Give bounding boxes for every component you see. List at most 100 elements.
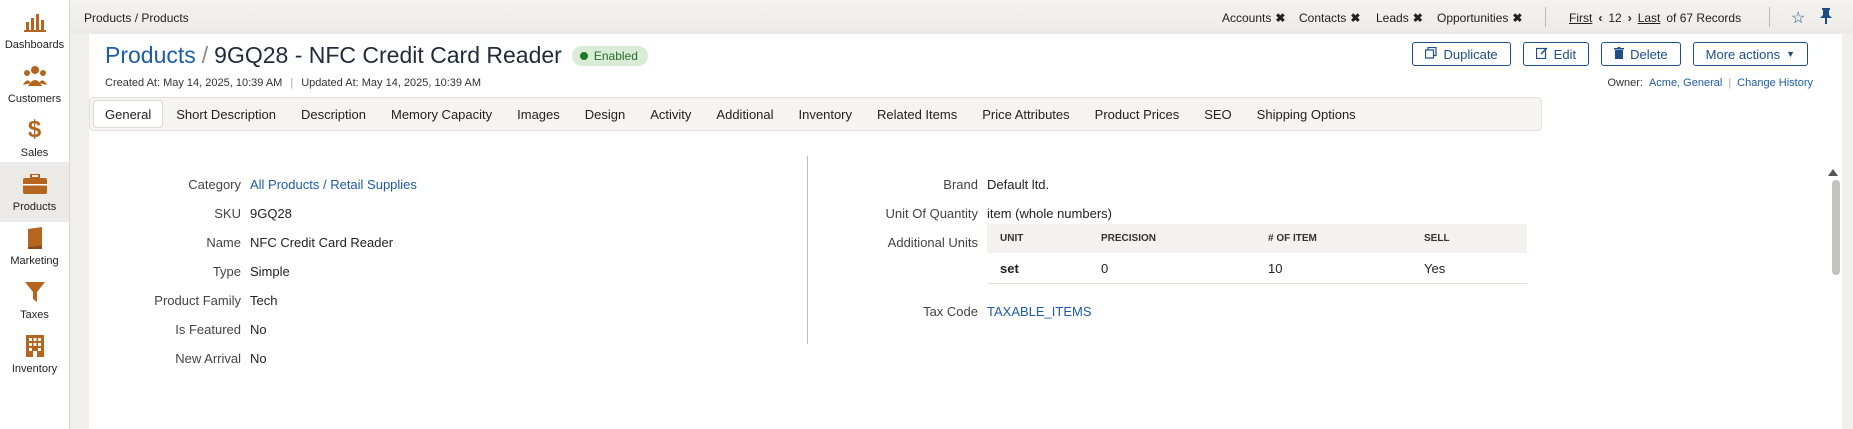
pinned-tab-accounts[interactable]: Accounts ✖ — [1222, 11, 1285, 25]
owner-divider: | — [1728, 77, 1732, 89]
record-title: 9GQ28 - NFC Credit Card Reader — [214, 42, 562, 68]
button-label: More actions — [1705, 46, 1781, 62]
tab-images[interactable]: Images — [505, 101, 572, 127]
owner-info: Owner: Acme, General | Change History — [1607, 77, 1813, 89]
sidebar-item-sales[interactable]: $ Sales — [0, 108, 69, 168]
owner-link[interactable]: Acme, General — [1649, 77, 1722, 89]
field-label: Type — [212, 263, 241, 279]
tab-general[interactable]: General — [93, 100, 164, 128]
more-actions-button[interactable]: More actions ▼ — [1692, 42, 1808, 66]
pinned-tab-opportunities[interactable]: Opportunities ✖ — [1437, 11, 1522, 25]
sidebar-item-taxes[interactable]: Taxes — [0, 270, 69, 330]
filter-icon — [23, 280, 47, 304]
edit-button[interactable]: Edit — [1522, 42, 1590, 66]
meta-divider: | — [290, 77, 294, 89]
column-divider — [807, 156, 808, 344]
sidebar: Dashboards Customers $ Sales Products Ma… — [0, 0, 70, 429]
close-icon[interactable]: ✖ — [1275, 11, 1285, 25]
last-record-link[interactable]: Last — [1638, 11, 1661, 25]
title-separator: / — [201, 42, 209, 68]
tab-inventory[interactable]: Inventory — [787, 101, 864, 127]
pin-icon[interactable] — [1820, 8, 1832, 27]
chevron-left-icon[interactable]: ‹ — [1598, 11, 1602, 25]
tab-seo[interactable]: SEO — [1192, 101, 1243, 127]
column-header-precision: PRECISION — [1088, 224, 1255, 253]
pinned-tab-leads[interactable]: Leads ✖ — [1376, 11, 1423, 25]
close-icon[interactable]: ✖ — [1350, 11, 1360, 25]
sidebar-item-label: Products — [12, 201, 57, 213]
field-type: Type Simple — [89, 261, 290, 281]
field-unit-of-quantity: Unit Of Quantity item (whole numbers) — [809, 203, 1112, 223]
tab-activity[interactable]: Activity — [638, 101, 703, 127]
table-cell: 10 — [1255, 253, 1411, 284]
scrollbar-thumb[interactable] — [1832, 180, 1840, 275]
field-is-featured: Is Featured No — [89, 319, 267, 339]
table-header-row: UNIT PRECISION # OF ITEM SELL — [987, 224, 1527, 253]
delete-button[interactable]: Delete — [1601, 42, 1681, 66]
field-label: Tax Code — [923, 303, 978, 319]
tab-additional[interactable]: Additional — [704, 101, 785, 127]
category-link[interactable]: All Products / Retail Supplies — [250, 177, 417, 192]
table-cell: set — [987, 253, 1088, 284]
field-name: Name NFC Credit Card Reader — [89, 232, 393, 252]
first-record-link[interactable]: First — [1569, 11, 1592, 25]
briefcase-icon — [22, 172, 47, 196]
tab-price-attributes[interactable]: Price Attributes — [970, 101, 1081, 127]
building-icon — [23, 334, 47, 358]
book-icon — [23, 226, 47, 250]
sidebar-item-inventory[interactable]: Inventory — [0, 324, 69, 384]
title-entity-link[interactable]: Products — [105, 42, 196, 69]
record-total: of 67 Records — [1666, 11, 1742, 25]
field-sku: SKU 9GQ28 — [89, 203, 292, 223]
sidebar-item-dashboards[interactable]: Dashboards — [0, 0, 69, 60]
status-label: Enabled — [593, 48, 638, 63]
button-label: Edit — [1553, 46, 1577, 62]
close-icon[interactable]: ✖ — [1413, 11, 1423, 25]
tab-description[interactable]: Description — [289, 101, 378, 127]
tax-code-link[interactable]: TAXABLE_ITEMS — [987, 304, 1092, 319]
pinned-tab-label: Accounts — [1222, 11, 1272, 25]
field-value: 9GQ28 — [250, 205, 292, 221]
status-dot-icon — [579, 51, 588, 60]
tab-product-prices[interactable]: Product Prices — [1083, 101, 1192, 127]
record-meta: Created At: May 14, 2025, 10:39 AM | Upd… — [105, 77, 481, 89]
pinned-tab-label: Leads — [1376, 11, 1409, 25]
button-label: Duplicate — [1443, 46, 1498, 62]
field-brand: Brand Default ltd. — [809, 174, 1049, 194]
tab-memory-capacity[interactable]: Memory Capacity — [379, 101, 504, 127]
scroll-up-arrow-icon[interactable] — [1828, 169, 1838, 176]
sidebar-item-label: Customers — [7, 93, 62, 105]
tab-shipping-options[interactable]: Shipping Options — [1245, 101, 1368, 127]
field-value: Tech — [250, 292, 278, 308]
field-value: No — [250, 350, 267, 366]
field-label: Unit Of Quantity — [885, 205, 978, 221]
divider — [1769, 7, 1770, 27]
change-history-link[interactable]: Change History — [1737, 77, 1813, 89]
breadcrumb: Products / Products — [84, 11, 189, 25]
sidebar-item-label: Dashboards — [4, 39, 65, 51]
table-cell: Yes — [1411, 253, 1527, 284]
column-header-unit: UNIT — [987, 224, 1088, 253]
tab-short-description[interactable]: Short Description — [164, 101, 288, 127]
chevron-right-icon[interactable]: › — [1628, 11, 1632, 25]
field-value: No — [250, 321, 267, 337]
sidebar-item-label: Taxes — [20, 309, 49, 321]
divider — [1545, 7, 1546, 27]
sidebar-item-customers[interactable]: Customers — [0, 54, 69, 114]
tab-design[interactable]: Design — [573, 101, 637, 127]
close-icon[interactable]: ✖ — [1512, 11, 1522, 25]
status-badge: Enabled — [571, 45, 648, 66]
field-category: Category All Products / Retail Supplies — [89, 174, 417, 194]
sidebar-item-marketing[interactable]: Marketing — [0, 216, 69, 276]
edit-icon — [1535, 46, 1548, 62]
sidebar-item-products[interactable]: Products — [0, 162, 69, 222]
field-product-family: Product Family Tech — [89, 290, 277, 310]
pinned-tab-contacts[interactable]: Contacts ✖ — [1299, 11, 1360, 25]
star-icon[interactable]: ☆ — [1791, 8, 1805, 28]
field-label: Name — [206, 234, 241, 250]
trash-icon — [1614, 46, 1625, 62]
duplicate-button[interactable]: Duplicate — [1412, 42, 1511, 66]
tab-related-items[interactable]: Related Items — [865, 101, 969, 127]
field-label: Additional Units — [887, 234, 978, 250]
field-value: item (whole numbers) — [987, 205, 1112, 221]
